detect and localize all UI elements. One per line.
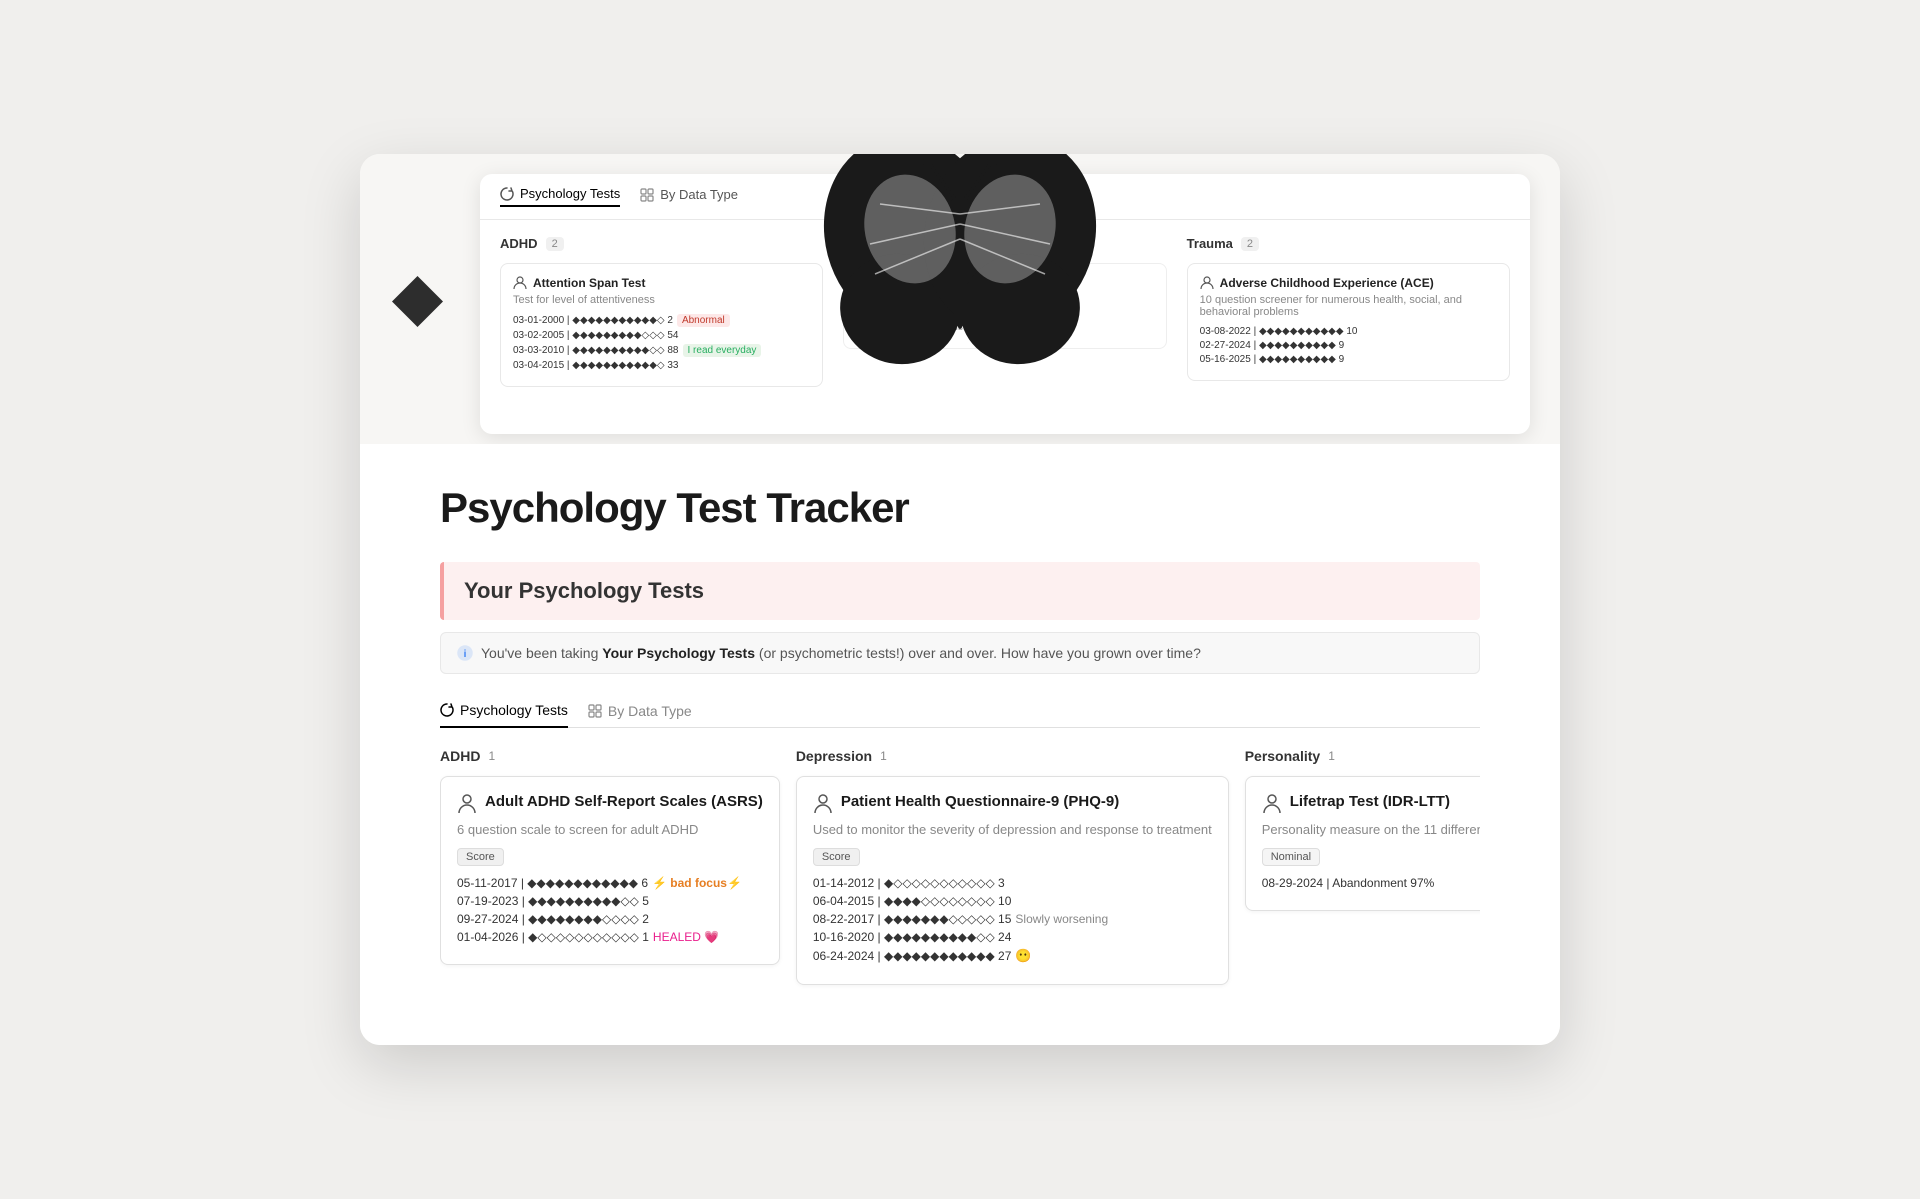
adhd-test-desc: 6 question scale to screen for adult ADH…	[457, 822, 763, 837]
preview-adhd-title: Attention Span Test	[533, 276, 645, 290]
personality-col-count: 1	[1328, 749, 1335, 763]
preview-tabs: Psychology Tests By Data Type	[480, 174, 1530, 220]
info-bar: i You've been taking Your Psychology Tes…	[440, 632, 1480, 674]
depression-col-name: Depression	[796, 748, 872, 764]
app-container: Psychology Tests By Data Type ADHD	[360, 154, 1560, 1045]
preview-adhd-row1: 03-01-2000 | ◆◆◆◆◆◆◆◆◆◆◆◇ 2 Abnormal	[513, 314, 810, 327]
adhd-entry-3: 09-27-2024 | ◆◆◆◆◆◆◆◆◇◇◇◇ 2	[457, 912, 763, 926]
adhd-col-name: ADHD	[440, 748, 480, 764]
tabs-row: Psychology Tests By Data Type	[440, 694, 1480, 728]
depression-entry-2: 06-04-2015 | ◆◆◆◆◇◇◇◇◇◇◇◇ 10	[813, 894, 1212, 908]
main-content: Psychology Test Tracker Your Psychology …	[360, 444, 1560, 1045]
section-title: Your Psychology Tests	[464, 578, 704, 603]
depression-entry-4: 10-16-2020 | ◆◆◆◆◆◆◆◆◆◆◇◇ 24	[813, 930, 1212, 944]
depression-test-badge: Score	[813, 848, 860, 866]
adhd-test-card: Adult ADHD Self-Report Scales (ASRS) 6 q…	[440, 776, 780, 965]
preview-section: Psychology Tests By Data Type ADHD	[360, 154, 1560, 444]
depression-card-header: Patient Health Questionnaire-9 (PHQ-9)	[813, 793, 1212, 814]
depression-person-icon	[813, 794, 833, 814]
preview-columns: ADHD 2 Attention Span Test Test for leve…	[480, 220, 1530, 420]
kanban-col-depression: Depression 1 Patient Health Questionnair…	[796, 748, 1229, 985]
personality-card-header: Lifetrap Test (IDR-LTT)	[1262, 793, 1480, 814]
tab-by-datatype[interactable]: By Data Type	[588, 695, 692, 727]
preview-tab-datatype[interactable]: By Data Type	[640, 187, 738, 206]
tab-psychology-tests[interactable]: Psychology Tests	[440, 694, 568, 728]
depression-test-desc: Used to monitor the severity of depressi…	[813, 822, 1212, 837]
preview-trauma-count: 2	[1241, 237, 1259, 251]
tab-psychology-label: Psychology Tests	[460, 702, 568, 718]
adhd-entry-2: 07-19-2023 | ◆◆◆◆◆◆◆◆◆◆◇◇ 5	[457, 894, 763, 908]
page-title: Psychology Test Tracker	[440, 484, 1480, 532]
person-icon-trauma	[1200, 276, 1214, 290]
preview-trauma-desc: 10 question screener for numerous health…	[1200, 294, 1497, 318]
refresh-icon	[500, 187, 514, 201]
preview-adhd-count: 2	[546, 237, 564, 251]
depression-col-count: 1	[880, 749, 887, 763]
personality-entry-1: 08-29-2024 | Abandonment 97%	[1262, 876, 1480, 890]
kanban-col-adhd: ADHD 1 Adult ADHD Self-Report Scales (AS…	[440, 748, 780, 985]
personality-test-name: Lifetrap Test (IDR-LTT)	[1290, 793, 1450, 810]
personality-col-header: Personality 1	[1245, 748, 1480, 764]
preview-col-dep: De... Based... Depre... 01-01-202... ...…	[843, 236, 1166, 404]
adhd-person-icon	[457, 794, 477, 814]
info-text: You've been taking Your Psychology Tests…	[481, 645, 1201, 661]
grid-icon	[640, 188, 654, 202]
preview-col-dep-title: De...	[843, 236, 870, 251]
person-icon-sm	[513, 276, 527, 290]
section-header: Your Psychology Tests	[440, 562, 1480, 620]
preview-trauma-title: Adverse Childhood Experience (ACE)	[1220, 276, 1434, 290]
adhd-entry-4: 01-04-2026 | ◆◇◇◇◇◇◇◇◇◇◇◇ 1 HEALED 💗	[457, 930, 763, 944]
preview-card: Psychology Tests By Data Type ADHD	[480, 174, 1530, 434]
preview-col-adhd: ADHD 2 Attention Span Test Test for leve…	[500, 236, 823, 404]
personality-col-name: Personality	[1245, 748, 1320, 764]
preview-tab-datatype-label: By Data Type	[660, 187, 738, 202]
adhd-col-header: ADHD 1	[440, 748, 780, 764]
depression-test-card: Patient Health Questionnaire-9 (PHQ-9) U…	[796, 776, 1229, 985]
depression-entry-5: 06-24-2024 | ◆◆◆◆◆◆◆◆◆◆◆◆ 27 😶	[813, 948, 1212, 964]
diamond-icon	[390, 274, 445, 329]
personality-test-desc: Personality measure on the 11 different …	[1262, 822, 1480, 837]
adhd-test-name: Adult ADHD Self-Report Scales (ASRS)	[485, 793, 763, 810]
person-icon-dep	[856, 276, 870, 290]
preview-col-trauma: Trauma 2 Adverse Childhood Experience (A…	[1187, 236, 1510, 404]
personality-test-badge: Nominal	[1262, 848, 1320, 866]
adhd-col-count: 1	[488, 749, 495, 763]
tab-grid-icon	[588, 704, 602, 718]
adhd-entry-1: 05-11-2017 | ◆◆◆◆◆◆◆◆◆◆◆◆ 6 ⚡ bad focus⚡	[457, 876, 763, 890]
depression-entry-3: 08-22-2017 | ◆◆◆◆◆◆◆◇◇◇◇◇ 15 Slowly wors…	[813, 912, 1212, 926]
personality-test-card: Lifetrap Test (IDR-LTT) Personality meas…	[1245, 776, 1480, 911]
preview-tab-label: Psychology Tests	[520, 186, 620, 201]
preview-adhd-desc: Test for level of attentiveness	[513, 294, 810, 306]
preview-col-trauma-title: Trauma	[1187, 236, 1233, 251]
tab-refresh-icon	[440, 703, 454, 717]
tab-datatype-label: By Data Type	[608, 703, 692, 719]
info-icon: i	[457, 645, 473, 661]
preview-trauma-card: Adverse Childhood Experience (ACE) 10 qu…	[1187, 263, 1510, 381]
kanban-col-personality: Personality 1 Lifetrap Test (IDR-LTT) Pe…	[1245, 748, 1480, 985]
adhd-card-header: Adult ADHD Self-Report Scales (ASRS)	[457, 793, 763, 814]
preview-adhd-card: Attention Span Test Test for level of at…	[500, 263, 823, 387]
svg-text:i: i	[464, 649, 467, 660]
depression-col-header: Depression 1	[796, 748, 1229, 764]
preview-dep-card: Based... Depre... 01-01-202... ...s pres…	[843, 263, 1166, 349]
depression-entry-1: 01-14-2012 | ◆◇◇◇◇◇◇◇◇◇◇◇ 3	[813, 876, 1212, 890]
adhd-test-badge: Score	[457, 848, 504, 866]
personality-person-icon	[1262, 794, 1282, 814]
preview-col-adhd-title: ADHD	[500, 236, 538, 251]
preview-tab-psychology[interactable]: Psychology Tests	[500, 186, 620, 207]
depression-test-name: Patient Health Questionnaire-9 (PHQ-9)	[841, 793, 1119, 810]
kanban-board: ADHD 1 Adult ADHD Self-Report Scales (AS…	[440, 748, 1480, 1005]
